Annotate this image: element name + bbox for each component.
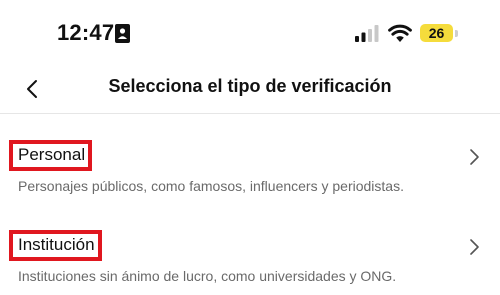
- option-description: Instituciones sin ánimo de lucro, como u…: [18, 268, 397, 284]
- battery-icon: 26: [420, 24, 453, 42]
- nav-bar: Selecciona el tipo de verificación: [0, 66, 500, 114]
- option-highlight-box: Personal: [9, 140, 93, 171]
- option-label: Personal: [18, 145, 86, 164]
- cellular-signal-icon: [355, 25, 379, 42]
- option-personal[interactable]: Personal Personajes públicos, como famos…: [0, 136, 500, 206]
- option-highlight-box: Institución: [9, 230, 102, 261]
- option-institucion[interactable]: Institución Instituciones sin ánimo de l…: [0, 226, 500, 295]
- id-card-icon: [115, 24, 130, 43]
- wifi-icon: [388, 24, 412, 42]
- option-description: Personajes públicos, como famosos, influ…: [18, 178, 404, 194]
- chevron-right-icon: [470, 149, 479, 165]
- option-label: Institución: [18, 235, 95, 254]
- status-bar: 12:47 26: [0, 0, 500, 66]
- battery-cap: [455, 30, 458, 37]
- status-time: 12:47: [57, 20, 115, 45]
- page-title: Selecciona el tipo de verificación: [108, 76, 392, 96]
- chevron-right-icon: [470, 239, 479, 255]
- header-divider: [0, 113, 500, 114]
- verification-type-screen: 12:47 26 Selecciona el tipo de verificac…: [0, 0, 500, 295]
- battery-level: 26: [428, 25, 445, 41]
